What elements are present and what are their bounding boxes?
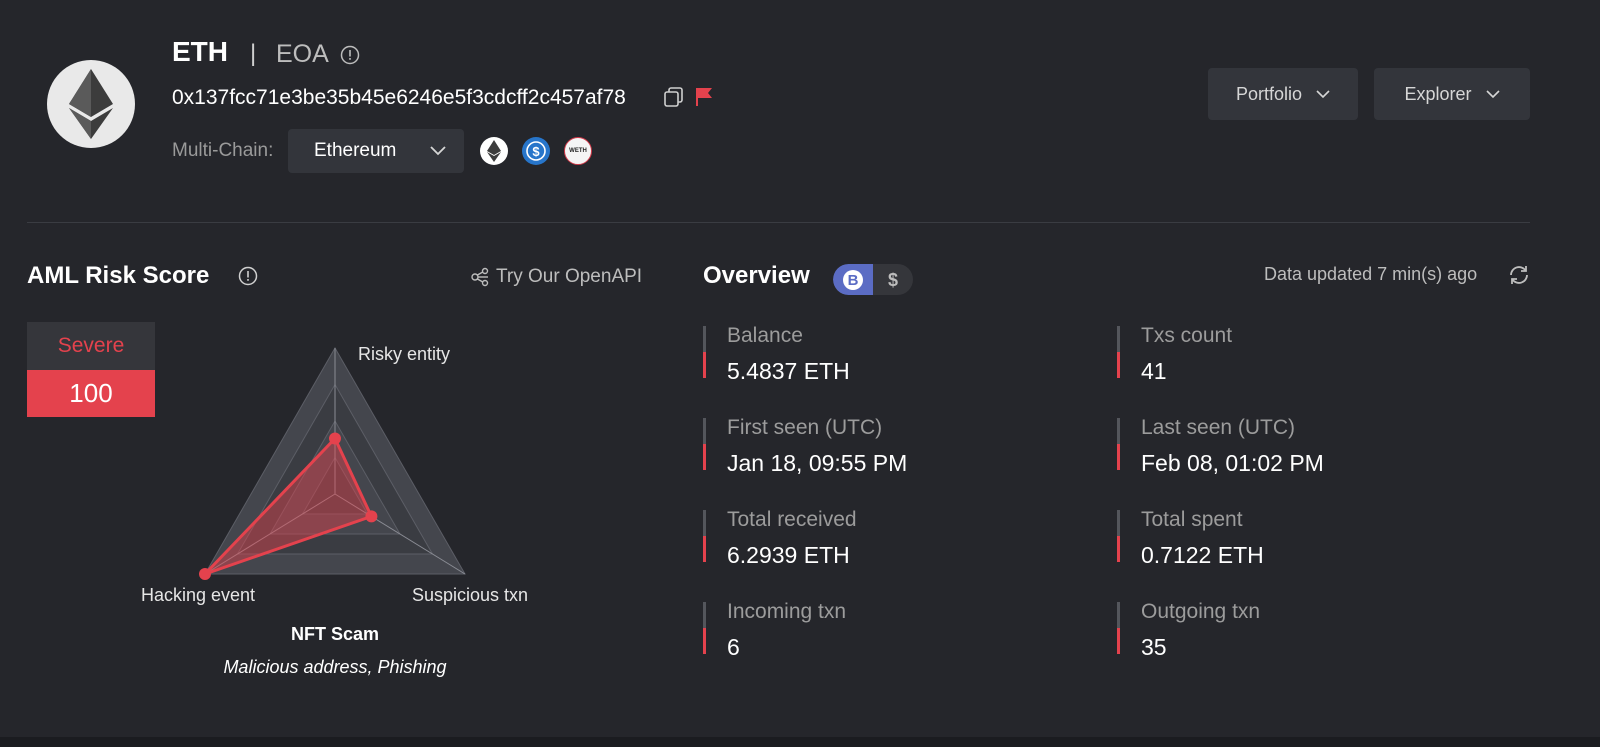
explorer-label: Explorer (1404, 83, 1472, 104)
header-divider (27, 222, 1530, 223)
radar-point-2 (199, 568, 211, 580)
stat-value: Jan 18, 09:55 PM (727, 450, 908, 476)
stat-value: Feb 08, 01:02 PM (1141, 450, 1324, 476)
title-separator: | (250, 40, 257, 67)
bitcoin-icon: B (843, 269, 863, 290)
stat-indicator (703, 510, 706, 562)
multi-chain-label: Multi-Chain: (172, 140, 274, 161)
svg-text:$: $ (532, 144, 540, 159)
chain-select-value: Ethereum (314, 140, 397, 161)
risk-radar-chart: Risky entity Suspicious txn Hacking even… (141, 344, 528, 605)
stat-indicator (703, 326, 706, 378)
stat-label: Total spent (1141, 508, 1243, 531)
ethereum-token-icon[interactable] (480, 137, 508, 165)
risk-category: NFT Scam (290, 624, 380, 644)
stat-label: Incoming txn (727, 600, 847, 623)
radar-point-1 (365, 510, 378, 523)
stat-indicator (1117, 326, 1120, 378)
usd-toggle-option[interactable]: $ (873, 264, 913, 295)
stat-label: Outgoing txn (1141, 600, 1261, 623)
stat-value: 6 (727, 634, 740, 660)
risk-tags: Malicious address, Phishing (223, 657, 447, 677)
stat-value: 41 (1141, 358, 1167, 384)
footer-strip (0, 737, 1600, 747)
wallet-address: 0x137fcc71e3be35b45e6246e5f3cdcff2c457af… (172, 86, 626, 109)
chevron-down-icon (430, 146, 446, 156)
overview-title: Overview (703, 262, 810, 289)
portfolio-label: Portfolio (1235, 83, 1303, 104)
stat-indicator (1117, 418, 1120, 470)
account-type-label: EOA (276, 40, 328, 68)
chevron-down-icon (1485, 89, 1500, 98)
dollar-icon: $ (888, 270, 898, 290)
axis-label-suspicious-txn: Suspicious txn (412, 585, 528, 605)
chain-select[interactable]: Ethereum (288, 129, 464, 173)
stat-value: 5.4837 ETH (727, 358, 850, 384)
info-icon[interactable] (340, 45, 360, 65)
explorer-button[interactable]: Explorer (1374, 68, 1530, 120)
flag-icon[interactable] (694, 86, 714, 113)
svg-text:$: $ (888, 270, 898, 290)
stat-label: Balance (727, 324, 803, 347)
usdc-token-icon[interactable]: $ (522, 137, 550, 165)
refresh-icon[interactable] (1507, 263, 1531, 292)
chevron-down-icon (1316, 89, 1330, 98)
copy-icon[interactable] (663, 86, 685, 113)
stat-indicator (1117, 602, 1120, 654)
stat-indicator (703, 418, 706, 470)
try-openapi-label: Try Our OpenAPI (496, 266, 643, 287)
try-openapi-link[interactable]: Try Our OpenAPI (470, 266, 642, 288)
asset-title: ETH (172, 36, 228, 67)
bitcoin-toggle-option[interactable]: B (833, 264, 873, 295)
axis-label-risky-entity: Risky entity (358, 344, 450, 364)
ethereum-icon (69, 69, 113, 139)
portfolio-button[interactable]: Portfolio (1208, 68, 1358, 120)
weth-token-icon[interactable]: WETH (564, 137, 592, 165)
account-type: EOA (276, 40, 360, 69)
stat-value: 0.7122 ETH (1141, 542, 1264, 568)
stat-label: First seen (UTC) (727, 416, 883, 439)
stat-indicator (703, 602, 706, 654)
stat-label: Total received (727, 508, 857, 531)
currency-toggle[interactable]: B $ (833, 264, 913, 295)
stat-label: Last seen (UTC) (1141, 416, 1296, 439)
axis-label-hacking-event: Hacking event (141, 585, 255, 605)
stat-label: Txs count (1141, 324, 1233, 347)
info-icon[interactable] (238, 266, 258, 291)
radar-point-0 (329, 432, 341, 445)
eth-logo (47, 60, 135, 148)
api-icon (471, 267, 489, 287)
stat-value: 35 (1141, 634, 1167, 660)
aml-risk-score-title: AML Risk Score (27, 262, 210, 289)
stat-indicator (1117, 510, 1120, 562)
stat-value: 6.2939 ETH (727, 542, 850, 568)
weth-label: WETH (569, 148, 587, 154)
svg-text:B: B (848, 272, 859, 289)
data-updated-text: Data updated 7 min(s) ago (1264, 264, 1478, 284)
